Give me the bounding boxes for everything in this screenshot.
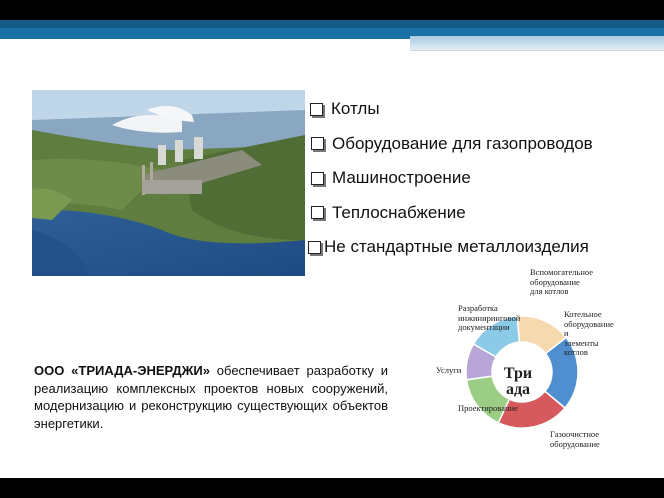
list-item-label: Оборудование для газопроводов bbox=[332, 133, 593, 153]
power-plant-photo bbox=[32, 90, 305, 276]
diagram-center-label: Три ада bbox=[503, 365, 533, 398]
segment-label-left-top: Разработка инжиниринговой документации bbox=[458, 303, 521, 332]
segment-label-bottom: Газоочистное оборудование bbox=[550, 429, 600, 449]
list-item: Оборудование для газопроводов bbox=[308, 127, 664, 162]
checkbox-bullet-icon bbox=[311, 137, 324, 151]
segment-label-top: Вспомогательное оборудование для котлов bbox=[530, 267, 594, 296]
checkbox-bullet-icon bbox=[311, 206, 324, 220]
header-accent-line bbox=[410, 50, 664, 51]
segment-label-left-bottom: Проектирование bbox=[458, 403, 518, 414]
services-donut-diagram: Три ада Вспомогательное оборудование для… bbox=[430, 262, 614, 467]
list-item-label: Не стандартные металлоизделия bbox=[324, 237, 589, 257]
company-name: ООО «ТРИАДА-ЭНЕРДЖИ» bbox=[34, 363, 210, 378]
list-item: Котлы bbox=[308, 92, 664, 127]
list-item: Машиностроение bbox=[308, 161, 664, 196]
top-black-bar bbox=[0, 0, 664, 20]
segment-label-left: Услуги bbox=[436, 365, 462, 375]
list-item-label: Машиностроение bbox=[332, 168, 471, 188]
list-item-label: Котлы bbox=[331, 99, 380, 119]
list-item: Не стандартные металлоизделия bbox=[308, 230, 664, 265]
company-description: ООО «ТРИАДА-ЭНЕРДЖИ» обеспечивает разраб… bbox=[34, 362, 388, 432]
checkbox-bullet-icon bbox=[311, 171, 324, 185]
header-band-shade bbox=[0, 20, 664, 28]
checkbox-bullet-icon bbox=[308, 240, 321, 254]
header-accent bbox=[410, 36, 664, 50]
list-item: Теплоснабжение bbox=[308, 196, 664, 231]
bottom-black-bar bbox=[0, 478, 664, 498]
segment-label-right: Котельное оборудование и элементы котлов bbox=[564, 309, 614, 357]
power-plant-image bbox=[32, 90, 305, 276]
product-list: Котлы Оборудование для газопроводов Маши… bbox=[308, 92, 664, 265]
checkbox-bullet-icon bbox=[310, 102, 323, 116]
list-item-label: Теплоснабжение bbox=[332, 202, 466, 222]
